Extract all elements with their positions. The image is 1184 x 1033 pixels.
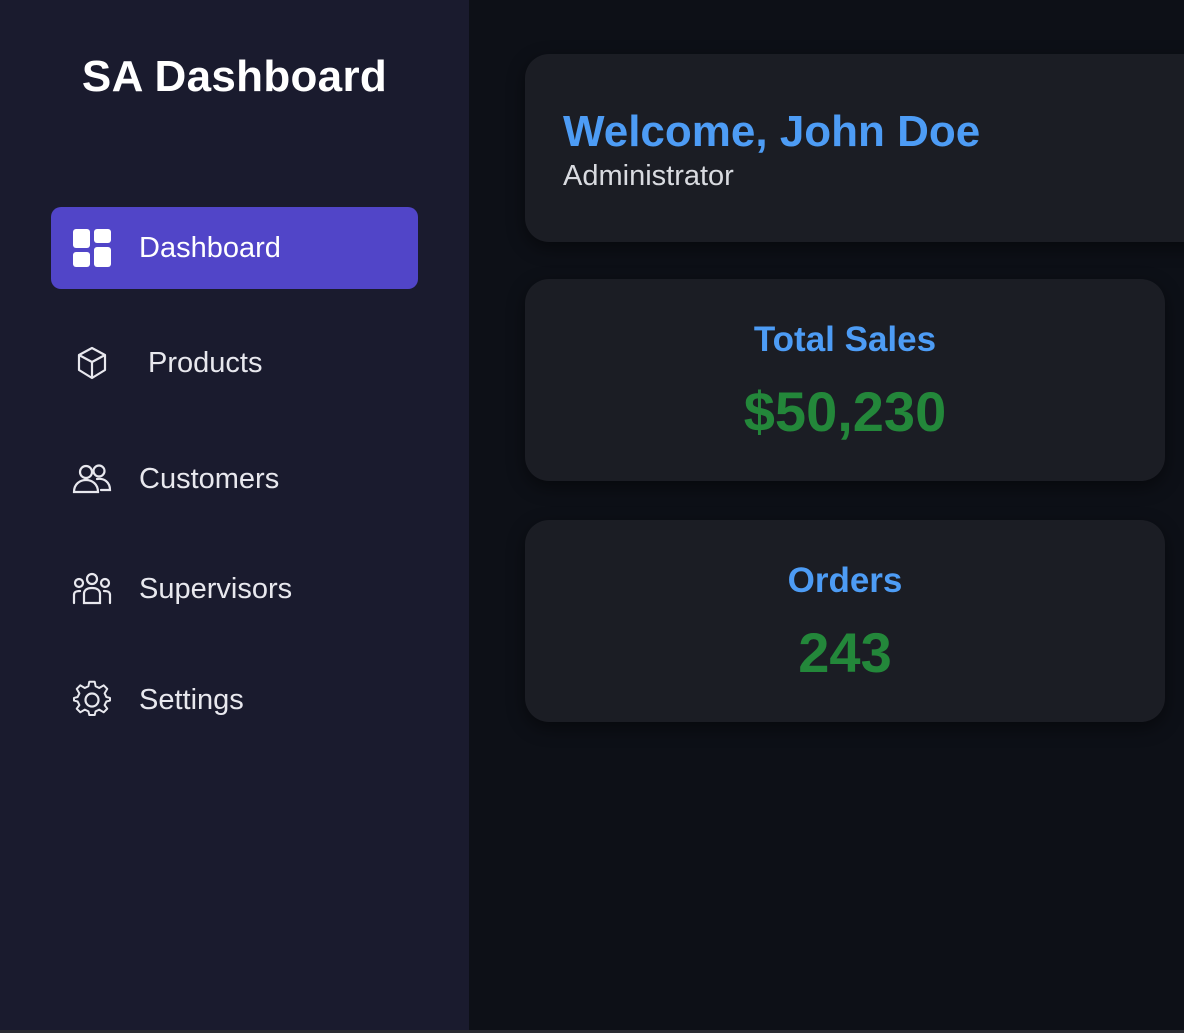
group-icon bbox=[72, 569, 112, 609]
sidebar-item-label: Customers bbox=[139, 462, 280, 495]
sidebar-item-label: Dashboard bbox=[139, 231, 281, 264]
stat-title: Orders bbox=[787, 561, 903, 600]
dashboard-grid-icon bbox=[72, 228, 112, 268]
main-content: Welcome, John Doe Administrator Total Sa… bbox=[469, 0, 1184, 1033]
stat-value: 243 bbox=[798, 621, 892, 684]
cube-icon bbox=[72, 343, 112, 383]
total-sales-card: Total Sales $50,230 bbox=[525, 279, 1165, 481]
orders-card: Orders 243 bbox=[525, 520, 1165, 722]
sidebar-item-dashboard[interactable]: Dashboard bbox=[51, 207, 418, 289]
stat-title: Total Sales bbox=[753, 320, 937, 359]
welcome-title: Welcome, John Doe bbox=[563, 107, 981, 156]
stat-value: $50,230 bbox=[743, 380, 947, 443]
sidebar-item-label: Supervisors bbox=[139, 572, 293, 605]
sidebar-item-label: Products bbox=[148, 346, 263, 379]
sidebar-item-customers[interactable]: Customers bbox=[51, 438, 418, 520]
welcome-card: Welcome, John Doe Administrator bbox=[525, 54, 1184, 242]
user-role: Administrator bbox=[563, 160, 734, 192]
sidebar-item-settings[interactable]: Settings bbox=[51, 659, 418, 741]
sidebar-item-label: Settings bbox=[139, 683, 244, 716]
sidebar: SA Dashboard Dashboard Products Customer… bbox=[0, 0, 469, 1033]
brand-title: SA Dashboard bbox=[81, 52, 388, 101]
sidebar-item-supervisors[interactable]: Supervisors bbox=[51, 548, 418, 630]
app: SA Dashboard Dashboard Products Customer… bbox=[0, 0, 1184, 1033]
sidebar-item-products[interactable]: Products bbox=[51, 322, 418, 404]
users-icon bbox=[72, 459, 112, 499]
gear-icon bbox=[72, 680, 112, 720]
